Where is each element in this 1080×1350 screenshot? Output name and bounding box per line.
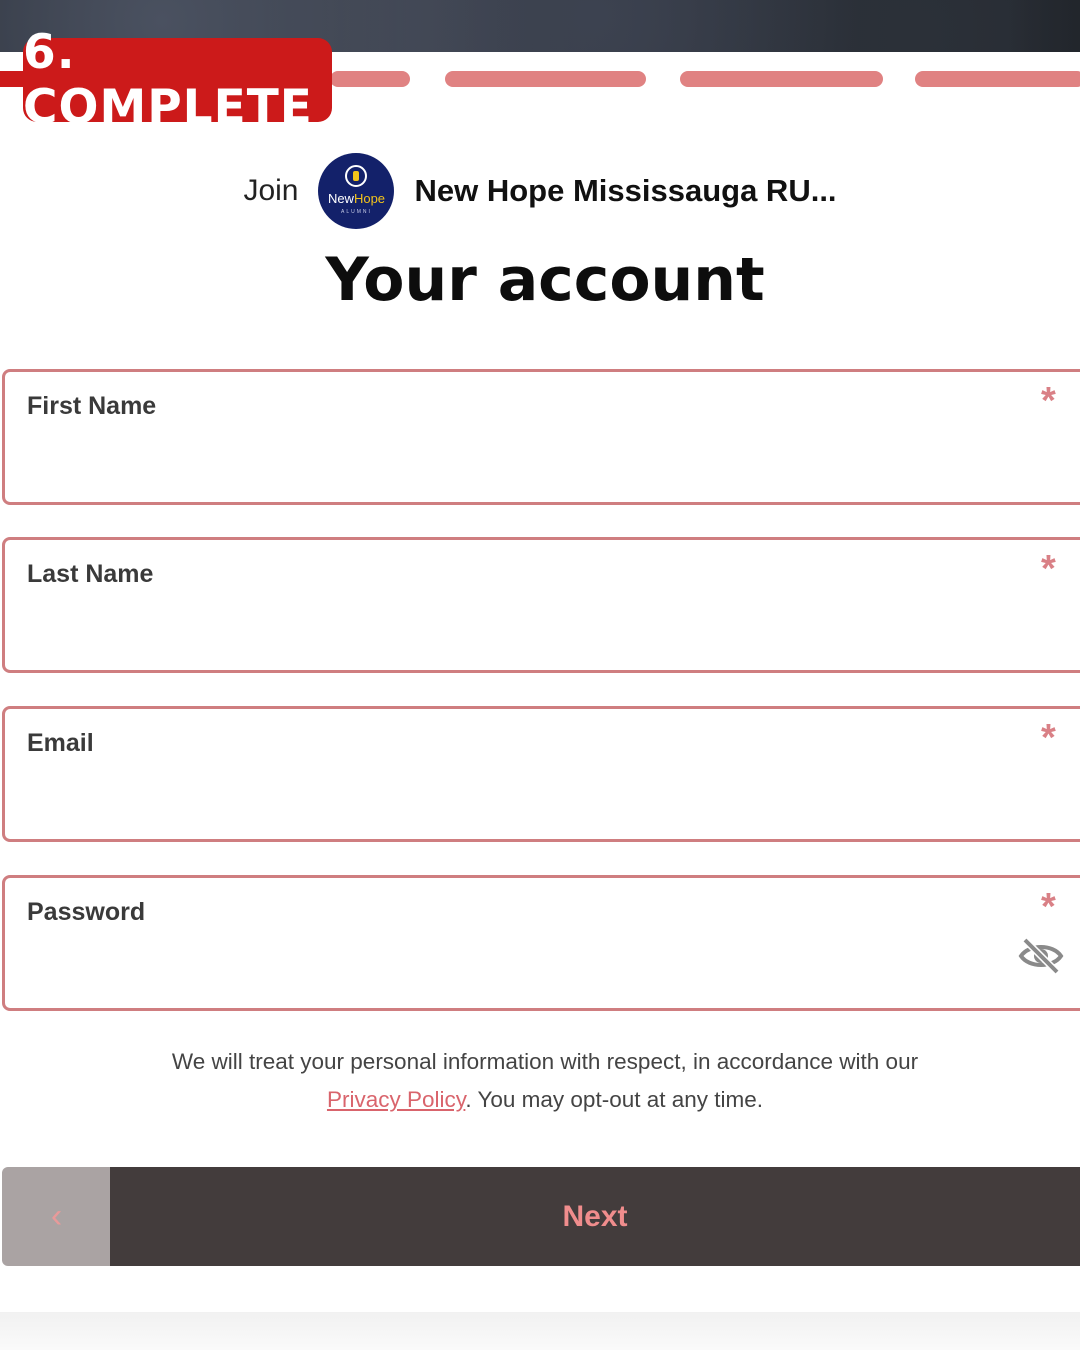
email-label: Email [27, 729, 94, 757]
join-header: Join NewHope ALUMNI New Hope Mississauga… [0, 150, 1080, 232]
join-label: Join [243, 174, 299, 207]
privacy-notice-text: We will treat your personal information … [171, 1049, 919, 1074]
password-field[interactable]: Password * [2, 875, 1080, 1011]
required-indicator: * [1041, 380, 1056, 422]
required-indicator: * [1041, 548, 1056, 590]
chevron-left-icon: ‹ [50, 1197, 63, 1235]
last-name-field[interactable]: Last Name * [2, 537, 1080, 673]
privacy-notice: We will treat your personal information … [90, 1043, 1000, 1119]
password-input[interactable] [27, 940, 991, 992]
last-name-input[interactable] [27, 602, 991, 654]
first-name-label: First Name [27, 392, 157, 420]
progress-step [915, 71, 1080, 87]
last-name-label: Last Name [27, 560, 154, 588]
email-input[interactable] [27, 771, 991, 823]
password-label: Password [27, 898, 146, 926]
back-button[interactable]: ‹ [2, 1167, 111, 1266]
required-indicator: * [1041, 886, 1056, 928]
page-footer-shadow [0, 1312, 1080, 1350]
email-field[interactable]: Email * [2, 706, 1080, 842]
logo-wordmark: NewHope [327, 191, 386, 206]
progress-step [680, 71, 883, 87]
step-badge: 6. COMPLETE [23, 25, 332, 135]
logo-subtext: ALUMNI [341, 209, 372, 215]
progress-step [445, 71, 646, 87]
page-title: Your account [325, 245, 765, 315]
privacy-notice-suffix: . You may opt-out at any time. [465, 1087, 764, 1112]
progress-step [330, 71, 410, 87]
first-name-input[interactable] [27, 434, 991, 486]
logo-figure-icon [345, 165, 368, 187]
org-name: New Hope Mississauga RU... [414, 173, 837, 208]
privacy-policy-link[interactable]: Privacy Policy [327, 1087, 465, 1112]
next-button[interactable]: Next [110, 1167, 1080, 1266]
org-logo: NewHope ALUMNI [318, 153, 395, 229]
required-indicator: * [1041, 717, 1056, 759]
eye-slash-icon[interactable] [1017, 936, 1065, 976]
first-name-field[interactable]: First Name * [2, 369, 1080, 505]
